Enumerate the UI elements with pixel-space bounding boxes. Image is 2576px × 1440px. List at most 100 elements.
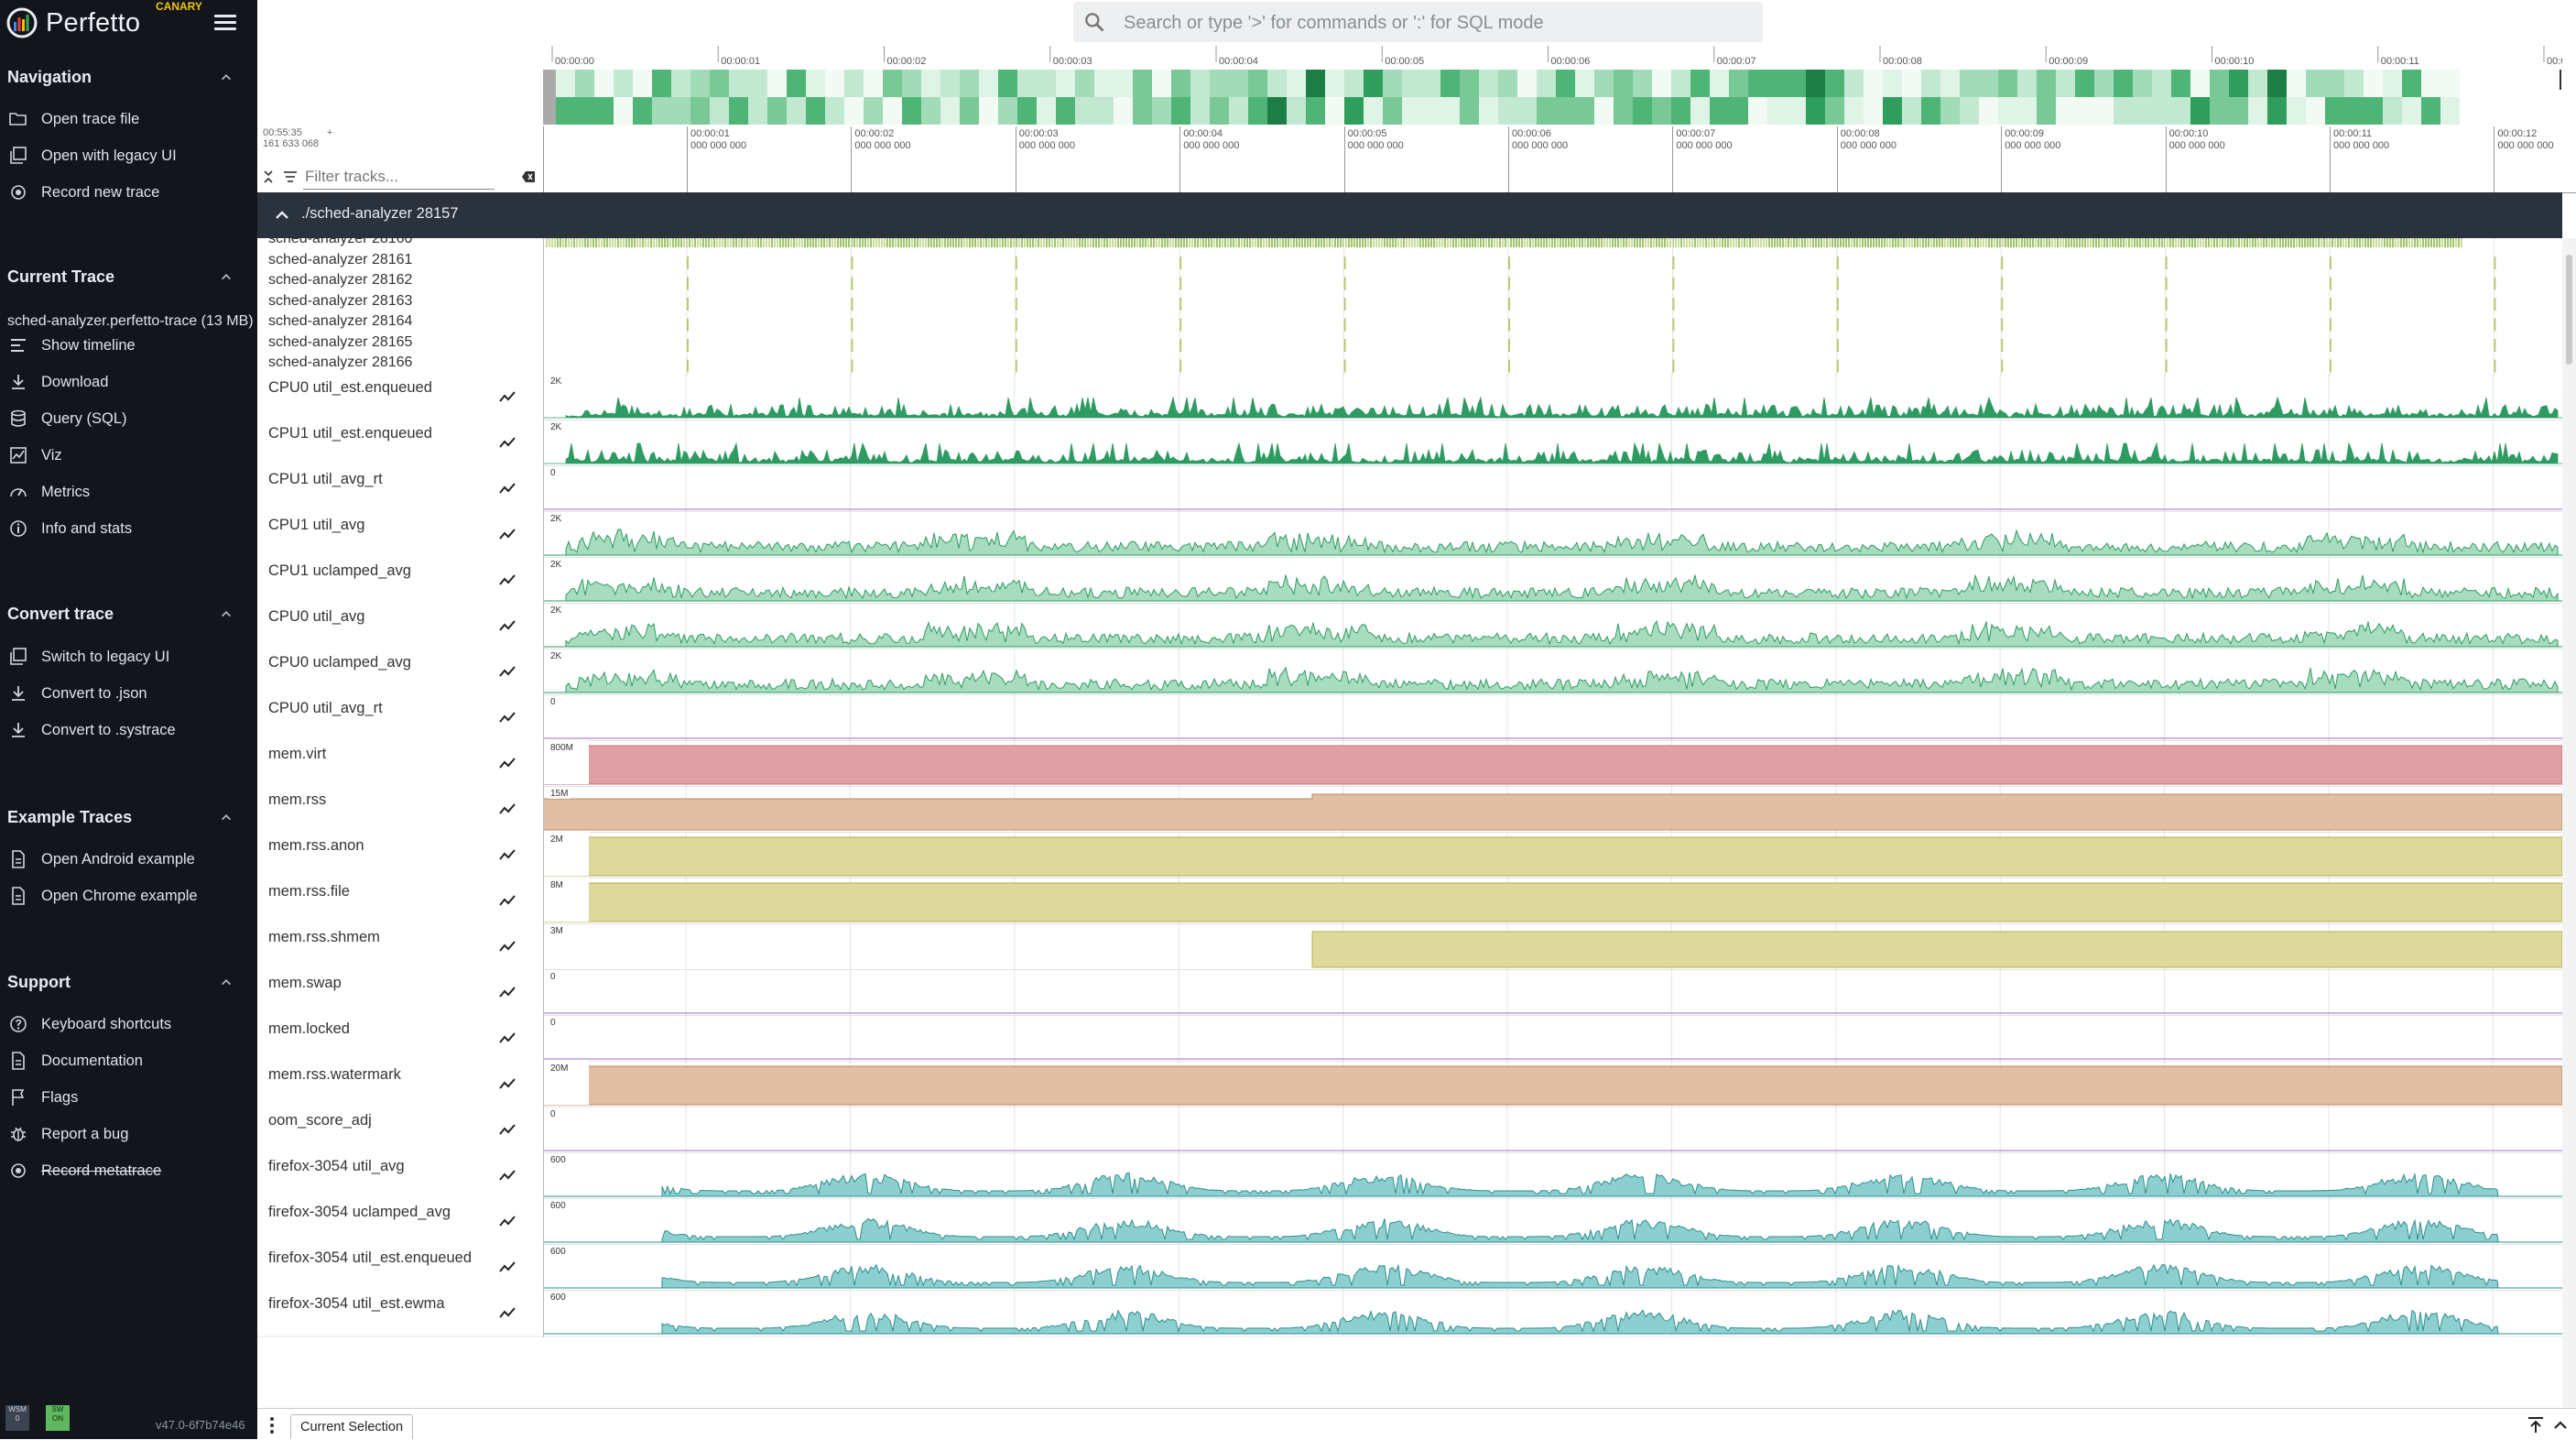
show-chart-icon[interactable] — [497, 753, 517, 773]
timeline-overview[interactable]: 00:00:00 00:00:01 00:00:02 00:00:03 00:00:04… — [543, 46, 2576, 127]
chevron-up-icon[interactable] — [220, 811, 233, 824]
overview-window-handle[interactable] — [543, 70, 556, 125]
thread-track-28163[interactable]: sched-analyzer 28163 — [257, 293, 543, 310]
counter-canvas[interactable] — [543, 1061, 2562, 1107]
tab-current-selection[interactable]: Current Selection — [290, 1414, 414, 1439]
track-shell[interactable]: mem.rss.watermark — [257, 1061, 544, 1107]
track-shell[interactable]: CPU0 util_avg_rt — [257, 694, 544, 740]
counter-canvas[interactable] — [543, 923, 2562, 969]
process-group-tracebox-11612[interactable]: tracebox 11612 — [257, 1336, 2562, 1337]
sidebar-item-keyboard-shortcuts[interactable]: Keyboard shortcuts — [0, 1010, 257, 1038]
counter-track-mem-rss-anon[interactable]: mem.rss.anon 2M — [257, 832, 2562, 878]
track-shell[interactable]: CPU1 util_avg — [257, 511, 544, 557]
counter-track-cpu0-util-est-enqueued[interactable]: CPU0 util_est.enqueued 2K — [257, 374, 2562, 420]
counter-canvas[interactable] — [543, 832, 2562, 878]
show-chart-icon[interactable] — [497, 1074, 517, 1094]
counter-track-cpu1-util-est-enqueued[interactable]: CPU1 util_est.enqueued 2K — [257, 420, 2562, 466]
chevron-up-icon[interactable] — [220, 71, 233, 83]
show-chart-icon[interactable] — [497, 1257, 517, 1277]
process-summary-canvas[interactable] — [543, 1336, 2562, 1337]
sidebar-item-switch-to-legacy-ui[interactable]: Switch to legacy UI — [0, 643, 257, 671]
counter-track-firefox-3054-util-est-ewma[interactable]: firefox-3054 util_est.ewma 600 — [257, 1290, 2562, 1336]
track-shell[interactable]: CPU1 util_est.enqueued — [257, 420, 544, 465]
counter-track-mem-rss-watermark[interactable]: mem.rss.watermark 20M — [257, 1061, 2562, 1107]
overview-heatmap[interactable]: 00:00:00 00:00:01 00:00:02 00:00:03 00:00:04… — [543, 46, 2576, 126]
counter-track-mem-rss-file[interactable]: mem.rss.file 8M — [257, 878, 2562, 924]
chevron-up-icon[interactable] — [274, 207, 290, 224]
counter-canvas[interactable] — [543, 786, 2562, 832]
show-chart-icon[interactable] — [497, 616, 517, 636]
sidebar-item-convert-to-json[interactable]: Convert to .json — [0, 680, 257, 707]
track-shell[interactable]: CPU0 util_avg — [257, 603, 544, 649]
counter-canvas[interactable] — [543, 420, 2562, 465]
counter-track-mem-locked[interactable]: mem.locked 0 — [257, 1015, 2562, 1062]
show-chart-icon[interactable] — [497, 1211, 517, 1231]
sidebar-item-query-sql[interactable]: Query (SQL) — [0, 405, 257, 432]
show-chart-icon[interactable] — [497, 524, 517, 544]
sidebar-item-record-new-trace[interactable]: Record new trace — [0, 179, 257, 206]
counter-canvas[interactable] — [543, 1244, 2562, 1290]
counter-canvas[interactable] — [543, 1152, 2562, 1198]
counter-track-cpu1-uclamped-avg[interactable]: CPU1 uclamped_avg 2K — [257, 557, 2562, 604]
counter-canvas[interactable] — [543, 374, 2562, 420]
sidebar-item-report-a-bug[interactable]: Report a bug — [0, 1120, 257, 1148]
track-scrollbar[interactable] — [2562, 238, 2576, 1408]
counter-canvas[interactable] — [543, 465, 2562, 511]
more-vert-icon[interactable] — [268, 1416, 276, 1435]
sidebar-item-open-with-legacy-ui[interactable]: Open with legacy UI — [0, 142, 257, 169]
track-shell[interactable]: mem.swap — [257, 969, 544, 1015]
sidebar-item-show-timeline[interactable]: Show timeline — [0, 332, 257, 359]
counter-track-mem-virt[interactable]: mem.virt 800M — [257, 740, 2562, 787]
chevron-up-icon[interactable] — [2551, 1416, 2570, 1435]
counter-canvas[interactable] — [543, 557, 2562, 603]
counter-track-cpu0-util-avg[interactable]: CPU0 util_avg 2K — [257, 603, 2562, 649]
counter-canvas[interactable] — [543, 1107, 2562, 1152]
sidebar-item-metrics[interactable]: Metrics — [0, 478, 257, 506]
show-chart-icon[interactable] — [497, 982, 517, 1002]
show-chart-icon[interactable] — [497, 387, 517, 407]
chevron-up-icon[interactable] — [220, 607, 233, 620]
show-chart-icon[interactable] — [497, 661, 517, 682]
track-shell[interactable]: oom_score_adj — [257, 1107, 544, 1152]
clear-filter-icon[interactable] — [521, 170, 536, 183]
sidebar-item-open-trace-file[interactable]: Open trace file — [0, 105, 257, 133]
track-shell[interactable]: mem.virt — [257, 740, 544, 786]
show-chart-icon[interactable] — [497, 570, 517, 590]
show-chart-icon[interactable] — [497, 845, 517, 865]
thread-state-canvas[interactable] — [543, 238, 2562, 376]
counter-track-cpu1-util-avg-rt[interactable]: CPU1 util_avg_rt 0 — [257, 465, 2562, 512]
show-chart-icon[interactable] — [497, 478, 517, 498]
omnibox[interactable] — [1073, 2, 1763, 42]
counter-track-mem-swap[interactable]: mem.swap 0 — [257, 969, 2562, 1016]
thread-track-28162[interactable]: sched-analyzer 28162 — [257, 272, 543, 289]
show-chart-icon[interactable] — [497, 432, 517, 453]
show-chart-icon[interactable] — [497, 1028, 517, 1048]
counter-track-cpu0-util-avg-rt[interactable]: CPU0 util_avg_rt 0 — [257, 694, 2562, 741]
sidebar-item-documentation[interactable]: Documentation — [0, 1047, 257, 1075]
counter-canvas[interactable] — [543, 694, 2562, 740]
menu-icon[interactable] — [214, 12, 236, 34]
counter-canvas[interactable] — [543, 1290, 2562, 1336]
track-shell[interactable]: CPU1 util_avg_rt — [257, 465, 544, 511]
counter-track-firefox-3054-util-avg[interactable]: firefox-3054 util_avg 600 — [257, 1152, 2562, 1199]
chevron-up-icon[interactable] — [220, 976, 233, 988]
counter-track-firefox-3054-util-est-enqueued[interactable]: firefox-3054 util_est.enqueued 600 — [257, 1244, 2562, 1291]
track-shell[interactable]: mem.rss.shmem — [257, 923, 544, 969]
track-shell[interactable]: firefox-3054 uclamped_avg — [257, 1198, 544, 1244]
thread-track-28164[interactable]: sched-analyzer 28164 — [257, 313, 543, 330]
track-shell[interactable]: mem.rss — [257, 786, 544, 832]
counter-track-oom-score-adj[interactable]: oom_score_adj 0 — [257, 1107, 2562, 1153]
sidebar-item-info-and-stats[interactable]: Info and stats — [0, 515, 257, 542]
sidebar-item-open-android-example[interactable]: Open Android example — [0, 845, 257, 873]
track-shell[interactable]: firefox-3054 util_est.ewma — [257, 1290, 544, 1336]
counter-canvas[interactable] — [543, 649, 2562, 694]
track-shell[interactable]: CPU0 util_est.enqueued — [257, 374, 544, 420]
counter-canvas[interactable] — [543, 603, 2562, 649]
track-shell[interactable]: mem.rss.anon — [257, 832, 544, 878]
counter-canvas[interactable] — [543, 1198, 2562, 1244]
counter-track-firefox-3054-uclamped-avg[interactable]: firefox-3054 uclamped_avg 600 — [257, 1198, 2562, 1245]
scrollbar-thumb[interactable] — [2566, 255, 2572, 365]
sidebar-item-open-chrome-example[interactable]: Open Chrome example — [0, 882, 257, 910]
track-shell[interactable]: firefox-3054 util_est.enqueued — [257, 1244, 544, 1290]
counter-canvas[interactable] — [543, 511, 2562, 557]
